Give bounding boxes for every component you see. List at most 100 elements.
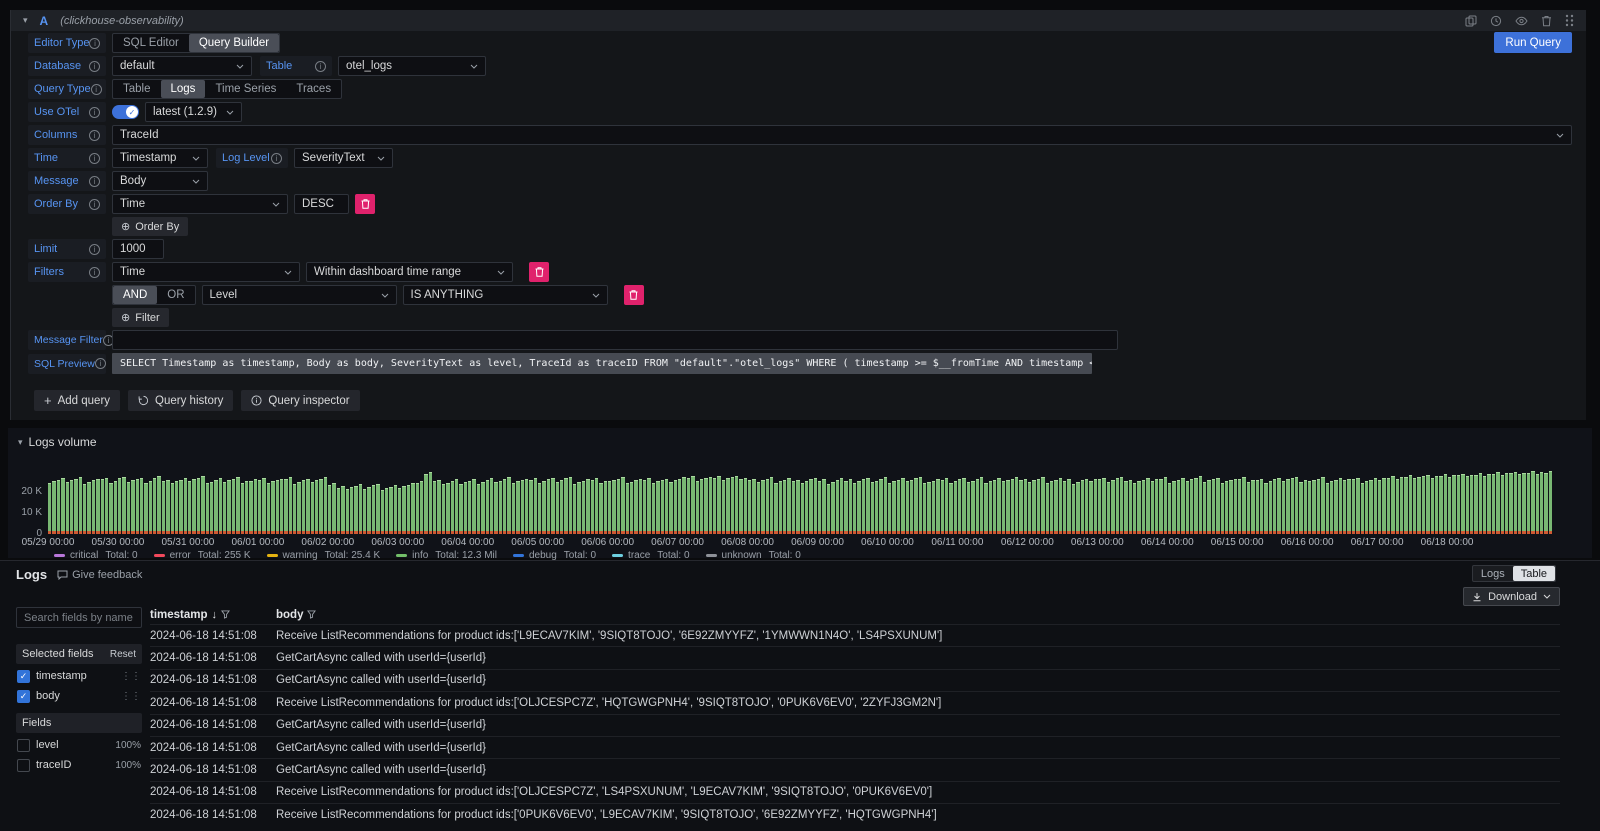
give-feedback-button[interactable]: Give feedback <box>57 569 142 581</box>
query-type-traces[interactable]: Traces <box>286 80 341 98</box>
search-fields-input[interactable] <box>16 607 142 628</box>
volume-bar <box>897 480 900 534</box>
view-logs-option[interactable]: Logs <box>1473 566 1513 581</box>
table-row[interactable]: 2024-06-18 14:51:08Receive ListRecommend… <box>150 781 1560 803</box>
collapse-logs-volume-icon[interactable]: ▾ <box>18 437 23 448</box>
filter2-field-select[interactable]: Level <box>202 285 397 305</box>
volume-bar <box>1264 483 1267 534</box>
volume-bar <box>1046 483 1049 534</box>
drag-handle-icon[interactable]: ⋮⋮ <box>121 691 141 702</box>
filter-field-select[interactable]: Time <box>112 262 300 282</box>
volume-bar <box>1107 482 1110 534</box>
query-type-time-series[interactable]: Time Series <box>205 80 286 98</box>
remove-filter2-button[interactable] <box>624 285 644 305</box>
log-level-select[interactable]: SeverityText <box>294 148 393 168</box>
table-row[interactable]: 2024-06-18 14:51:08Receive ListRecommend… <box>150 691 1560 713</box>
table-row[interactable]: 2024-06-18 14:51:08Receive ListRecommend… <box>150 624 1560 646</box>
drag-handle-icon[interactable]: ⋮⋮ <box>121 671 141 682</box>
otel-version-select[interactable]: latest (1.2.9) <box>145 102 242 122</box>
column-header-timestamp[interactable]: timestamp ↓ <box>150 609 276 621</box>
collapse-query-icon[interactable]: ▾ <box>23 15 28 26</box>
chevron-down-icon <box>377 156 385 161</box>
clock-icon[interactable] <box>1490 15 1502 27</box>
volume-bar <box>761 480 764 534</box>
view-table-option[interactable]: Table <box>1513 566 1555 581</box>
volume-bar <box>1369 480 1372 534</box>
volume-bar <box>171 483 174 534</box>
checkbox-unchecked[interactable] <box>17 759 30 772</box>
query-history-button[interactable]: Query history <box>128 390 233 411</box>
reset-button[interactable]: Reset <box>110 649 136 660</box>
download-button[interactable]: Download <box>1463 587 1560 606</box>
volume-bar <box>1207 480 1210 534</box>
order-by-select[interactable]: Time <box>112 194 288 214</box>
drag-handle-icon[interactable] <box>1565 14 1574 27</box>
volume-bar <box>227 480 230 534</box>
table-row[interactable]: 2024-06-18 14:51:08Receive ListRecommend… <box>150 803 1560 825</box>
selected-field-body[interactable]: ✓body⋮⋮ <box>16 688 142 704</box>
limit-input[interactable] <box>112 239 164 259</box>
volume-bar <box>1054 480 1057 534</box>
volume-bar <box>1120 477 1123 534</box>
add-order-by-button[interactable]: ⊕ Order By <box>112 217 188 236</box>
filter-operator-select[interactable]: Within dashboard time range <box>306 262 513 282</box>
volume-bar <box>1531 471 1534 534</box>
order-direction-select[interactable]: DESC <box>294 194 349 214</box>
query-type-radio-group: Table Logs Time Series Traces <box>112 79 342 99</box>
checkbox-checked[interactable]: ✓ <box>17 670 30 683</box>
volume-bar <box>433 481 436 534</box>
use-otel-toggle[interactable]: ✓ <box>112 105 139 119</box>
table-row[interactable]: 2024-06-18 14:51:08GetCartAsync called w… <box>150 758 1560 780</box>
volume-bar <box>801 483 804 534</box>
available-field-traceID[interactable]: traceID100% <box>16 757 142 773</box>
message-filter-input[interactable] <box>112 330 1118 350</box>
volume-bar <box>647 478 650 534</box>
volume-bar <box>682 477 685 534</box>
run-query-button[interactable]: Run Query <box>1494 32 1572 53</box>
table-select[interactable]: otel_logs <box>338 56 486 76</box>
checkbox-checked[interactable]: ✓ <box>17 690 30 703</box>
columns-multiselect[interactable]: TraceId <box>112 125 1572 145</box>
remove-order-by-button[interactable] <box>355 194 375 214</box>
volume-bar <box>1129 480 1132 534</box>
query-type-table[interactable]: Table <box>113 80 161 98</box>
volume-bar <box>1514 472 1517 534</box>
volume-bar <box>954 481 957 534</box>
cell-timestamp: 2024-06-18 14:51:08 <box>150 674 276 686</box>
add-filter-button[interactable]: ⊕ Filter <box>112 308 169 327</box>
checkbox-unchecked[interactable] <box>17 739 30 752</box>
add-query-button[interactable]: + Add query <box>34 390 120 411</box>
available-field-level[interactable]: level100% <box>16 737 142 753</box>
volume-bar <box>687 478 690 534</box>
eye-icon[interactable] <box>1515 16 1528 26</box>
conjunction-or[interactable]: OR <box>157 286 194 304</box>
info-icon: i <box>89 267 100 278</box>
trash-icon[interactable] <box>1541 15 1552 27</box>
table-row[interactable]: 2024-06-18 14:51:08GetCartAsync called w… <box>150 669 1560 691</box>
query-type-logs[interactable]: Logs <box>161 80 206 98</box>
volume-bar <box>1229 480 1232 534</box>
volume-bar <box>1413 478 1416 534</box>
query-inspector-button[interactable]: Query inspector <box>241 390 359 411</box>
duplicate-icon[interactable] <box>1465 15 1477 27</box>
volume-bar <box>376 484 379 534</box>
time-column-select[interactable]: Timestamp <box>112 148 208 168</box>
editor-type-sql-editor[interactable]: SQL Editor <box>113 34 189 52</box>
cell-body: Receive ListRecommendations for product … <box>276 697 1560 709</box>
cell-body: GetCartAsync called with userId={userId} <box>276 764 1560 776</box>
filter2-operator-select[interactable]: IS ANYTHING <box>403 285 608 305</box>
selected-field-timestamp[interactable]: ✓timestamp⋮⋮ <box>16 668 142 684</box>
volume-bar <box>254 479 257 534</box>
table-row[interactable]: 2024-06-18 14:51:08GetCartAsync called w… <box>150 714 1560 736</box>
remove-filter-button[interactable] <box>529 262 549 282</box>
table-row[interactable]: 2024-06-18 14:51:08GetCartAsync called w… <box>150 646 1560 668</box>
message-column-select[interactable]: Body <box>112 171 208 191</box>
database-select[interactable]: default <box>112 56 252 76</box>
table-row[interactable]: 2024-06-18 14:51:08GetCartAsync called w… <box>150 736 1560 758</box>
volume-bar <box>840 478 843 534</box>
editor-type-query-builder[interactable]: Query Builder <box>189 34 279 52</box>
volume-bar <box>814 478 817 534</box>
conjunction-and[interactable]: AND <box>113 286 157 304</box>
volume-bar <box>1339 478 1342 534</box>
column-header-body[interactable]: body <box>276 609 1560 621</box>
